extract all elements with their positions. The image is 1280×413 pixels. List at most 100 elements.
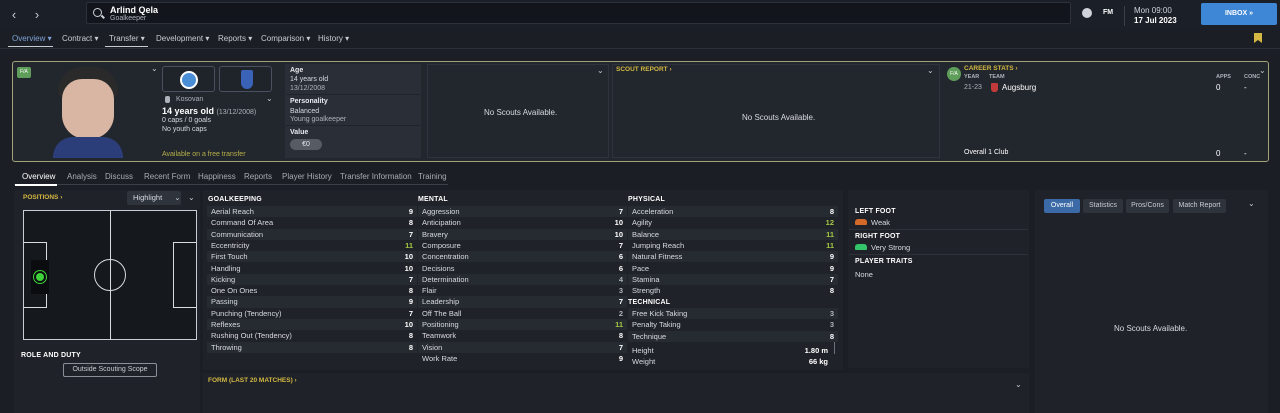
career-team[interactable]: Augsburg	[1002, 83, 1036, 92]
attribute-name: Kicking	[211, 274, 236, 284]
subtab-player-history[interactable]: Player History	[282, 172, 332, 181]
attribute-name: Acceleration	[632, 207, 674, 216]
age-text: 14 years old	[162, 106, 215, 116]
chevron-down-icon[interactable]: ⌄	[927, 66, 934, 75]
chevron-down-icon[interactable]: ⌄	[1248, 199, 1255, 208]
forward-button[interactable]: ›	[28, 6, 46, 24]
statistics-button[interactable]: Statistics	[1083, 199, 1123, 213]
tab-reports[interactable]: Reports ▾	[218, 34, 252, 43]
subtab-analysis[interactable]: Analysis	[67, 172, 97, 181]
form-title[interactable]: FORM (LAST 20 MATCHES) ›	[208, 377, 297, 384]
positions-title[interactable]: POSITIONS ›	[23, 194, 62, 201]
subtab-training[interactable]: Training	[418, 172, 447, 181]
row-background	[418, 228, 627, 240]
chevron-down-icon[interactable]: ⌄	[597, 66, 604, 75]
chevron-down-icon[interactable]: ⌄	[266, 94, 273, 103]
club-badge-box[interactable]	[162, 66, 215, 92]
attribute-value: 8	[408, 218, 413, 228]
no-scouts-text: No Scouts Available.	[1114, 324, 1188, 333]
subtab-reports[interactable]: Reports	[244, 172, 272, 181]
tab-comparison[interactable]: Comparison ▾	[261, 34, 310, 43]
tab-contract[interactable]: Contract ▾	[62, 34, 98, 43]
subtab-recent-form[interactable]: Recent Form	[144, 172, 190, 181]
player-photo	[48, 65, 128, 158]
scrollbar[interactable]	[834, 342, 835, 354]
availability: Available on a free transfer	[162, 151, 246, 158]
chevron-down-icon[interactable]: ⌄	[188, 193, 195, 202]
active-tab-underline	[8, 46, 53, 47]
player-traits-title: PLAYER TRAITS	[855, 258, 913, 265]
tab-transfer[interactable]: Transfer ▾	[109, 34, 145, 43]
scout-report-title[interactable]: SCOUT REPORT ›	[616, 66, 672, 73]
fm-logo[interactable]: FM	[1103, 9, 1113, 16]
nationality: Kosovan	[176, 96, 204, 103]
subtab-overview[interactable]: Overview	[22, 172, 55, 181]
tab-development[interactable]: Development ▾	[156, 34, 209, 43]
caps: 0 caps / 0 goals	[162, 117, 212, 124]
right-penalty-box	[173, 242, 197, 308]
player-name: Arlind Qela	[110, 5, 159, 15]
attribute-value: 7	[829, 274, 834, 284]
attribute-name: Aggression	[422, 207, 460, 216]
attribute-value: 10	[614, 229, 623, 239]
search-icon[interactable]	[93, 8, 102, 17]
dob-text: (13/12/2008)	[216, 109, 257, 116]
attribute-name: Vision	[422, 342, 443, 352]
subtabs: Overview Analysis Discuss Recent Form Ha…	[14, 172, 448, 185]
attribute-value: 10	[404, 252, 413, 262]
attribute-name: Bravery	[422, 229, 448, 239]
attribute-name: Work Rate	[422, 353, 458, 363]
tab-overview[interactable]: Overview ▾	[12, 34, 52, 43]
goalkeeping-title: GOALKEEPING	[208, 196, 262, 203]
position-marker-gk[interactable]	[34, 271, 46, 283]
chevron-down-icon[interactable]: ⌄	[151, 64, 158, 73]
attribute-value: 8	[408, 331, 413, 341]
attribute-name: Stamina	[632, 274, 660, 284]
attribute-value: 7	[618, 207, 623, 216]
current-day-time: Mon 09:00	[1134, 6, 1172, 15]
tab-label: Development	[156, 34, 204, 43]
attribute-name: Strength	[632, 286, 661, 296]
attribute-name: Command Of Area	[211, 218, 274, 228]
attribute-value: 6	[618, 252, 623, 262]
back-button[interactable]: ‹	[5, 6, 23, 24]
tab-history[interactable]: History ▾	[318, 34, 349, 43]
subtab-happiness[interactable]: Happiness	[198, 172, 236, 181]
divider	[849, 229, 1028, 230]
outside-scouting-scope[interactable]: Outside Scouting Scope	[63, 363, 157, 377]
attribute-name: Natural Fitness	[632, 252, 683, 262]
nation-badge-box[interactable]	[219, 66, 272, 92]
subtab-transfer-information[interactable]: Transfer Information	[340, 172, 412, 181]
career-overall: Overall 1 Club	[964, 149, 1008, 156]
attribute-value: 4	[618, 274, 623, 284]
overall-button[interactable]: Overall	[1044, 199, 1080, 213]
nation-badge	[241, 70, 253, 89]
attribute-name: Punching (Tendency)	[211, 308, 282, 318]
divider	[849, 254, 1028, 255]
chevron-down-icon[interactable]: ⌄	[1015, 380, 1022, 389]
attribute-name: Agility	[632, 218, 653, 228]
physical-title: PHYSICAL	[628, 196, 665, 203]
highlight-dropdown[interactable]: Highlight ⌄	[127, 191, 181, 205]
subtab-discuss[interactable]: Discuss	[105, 172, 133, 181]
player-search-bar[interactable]	[86, 2, 1071, 24]
value-amount[interactable]: €0	[290, 139, 322, 150]
attribute-value: 6	[618, 263, 623, 273]
career-stats-title[interactable]: CAREER STATS ›	[964, 65, 1018, 72]
ball-icon[interactable]	[1082, 8, 1092, 18]
dob-value: 13/12/2008	[290, 85, 326, 92]
attribute-value: 3	[618, 286, 623, 296]
tab-label: Overview	[12, 34, 46, 43]
match-report-button[interactable]: Match Report	[1173, 199, 1226, 213]
attribute-value: 8	[829, 331, 834, 341]
row-background	[207, 296, 417, 308]
inbox-button[interactable]: INBOX »	[1201, 3, 1277, 25]
row-background	[628, 228, 838, 240]
divider	[286, 94, 420, 95]
pros-cons-button[interactable]: Pros/Cons	[1126, 199, 1169, 213]
player-traits-value: None	[855, 270, 873, 279]
overall-clubs: 1 Club	[988, 149, 1009, 156]
value-label: Value	[290, 129, 309, 136]
attribute-name: Jumping Reach	[632, 240, 685, 250]
player-position: Goalkeeper	[110, 15, 147, 22]
